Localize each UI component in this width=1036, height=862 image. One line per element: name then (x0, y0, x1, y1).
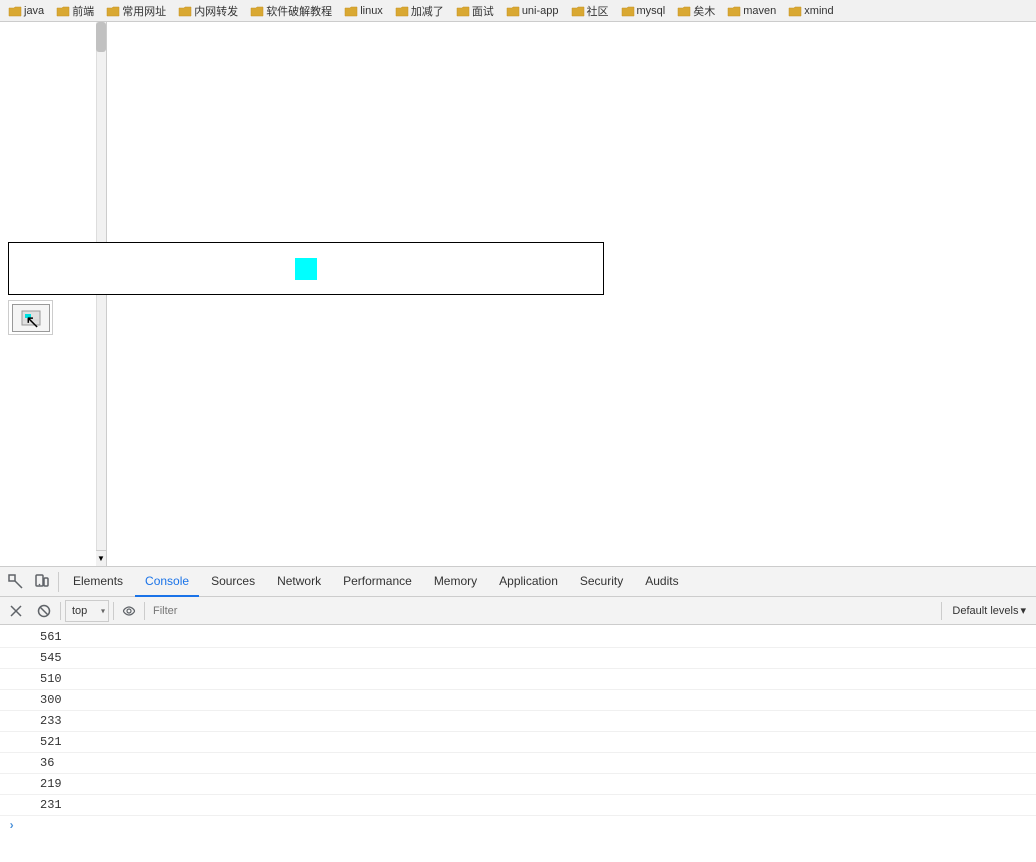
console-prompt-input[interactable] (19, 817, 1028, 835)
secondary-toolbar-separator-3 (144, 602, 145, 620)
tab-memory[interactable]: Memory (424, 567, 487, 597)
clear-console-button[interactable] (4, 599, 28, 623)
console-line-1: 561 (0, 627, 1036, 648)
console-output: 561 545 510 300 233 521 36 219 231 › (0, 625, 1036, 862)
console-line-9: 231 (0, 795, 1036, 816)
eye-button[interactable] (118, 600, 140, 622)
bookmark-item-changyong[interactable]: 常用网址 (102, 2, 170, 20)
bookmark-item-uniapp[interactable]: uni-app (502, 4, 563, 18)
block-icon (37, 604, 51, 618)
devtools-toolbar: Elements Console Sources Network Perform… (0, 567, 1036, 597)
console-prompt[interactable]: › (0, 816, 1036, 836)
tab-elements[interactable]: Elements (63, 567, 133, 597)
bookmark-item-ruanjian[interactable]: 软件破解教程 (246, 2, 336, 20)
clear-icon (9, 604, 23, 618)
context-selector[interactable]: top (65, 600, 109, 622)
console-line-3: 510 (0, 669, 1036, 690)
console-line-4: 300 (0, 690, 1036, 711)
inspect-icon (8, 574, 24, 590)
tab-security[interactable]: Security (570, 567, 633, 597)
devtools-panel: Elements Console Sources Network Perform… (0, 566, 1036, 861)
bookmarks-bar: java 前端 常用网址 内网转发 软件破解教程 linux 加减了 (0, 0, 1036, 22)
bookmark-item-mysql[interactable]: mysql (617, 4, 670, 18)
bookmark-item-jiajian[interactable]: 加减了 (391, 2, 448, 20)
drag-cursor-indicator: ↖ (25, 312, 40, 333)
bookmark-item-maven[interactable]: maven (723, 4, 780, 18)
bookmark-item-xmind[interactable]: xmind (784, 4, 837, 18)
bookmark-item-shequ[interactable]: 社区 (567, 2, 613, 20)
tab-audits[interactable]: Audits (635, 567, 688, 597)
console-line-2: 545 (0, 648, 1036, 669)
console-line-8: 219 (0, 774, 1036, 795)
preserve-log-button[interactable] (32, 599, 56, 623)
bookmark-item-linux[interactable]: linux (340, 4, 387, 18)
bookmark-item-neiwang[interactable]: 内网转发 (174, 2, 242, 20)
console-line-5: 233 (0, 711, 1036, 732)
preview-box (8, 242, 604, 295)
device-toolbar-button[interactable] (30, 570, 54, 594)
context-selector-wrapper[interactable]: top ▾ (65, 600, 109, 622)
inspect-element-button[interactable] (4, 570, 28, 594)
tab-application[interactable]: Application (489, 567, 568, 597)
bookmark-item-java[interactable]: java (4, 4, 48, 18)
tab-performance[interactable]: Performance (333, 567, 422, 597)
secondary-toolbar-separator (60, 602, 61, 620)
device-icon (34, 574, 50, 590)
console-line-7: 36 (0, 753, 1036, 774)
devtools-secondary-toolbar: top ▾ Default levels ▾ (0, 597, 1036, 625)
bookmark-item-yimu[interactable]: 矣木 (673, 2, 719, 20)
default-levels-button[interactable]: Default levels ▾ (946, 602, 1032, 619)
eye-icon (122, 606, 136, 616)
console-filter-input[interactable] (149, 600, 937, 622)
bookmark-item-mianshi[interactable]: 面试 (452, 2, 498, 20)
levels-dropdown-arrow: ▾ (1020, 604, 1026, 617)
toolbar-separator-1 (58, 572, 59, 592)
scrollbar-thumb[interactable] (96, 22, 106, 52)
tab-sources[interactable]: Sources (201, 567, 265, 597)
secondary-toolbar-separator-4 (941, 602, 942, 620)
bookmark-item-qianduan[interactable]: 前端 (52, 2, 98, 20)
console-line-6: 521 (0, 732, 1036, 753)
main-content: ▲ ▼ ↖ (0, 22, 1036, 566)
tab-console[interactable]: Console (135, 567, 199, 597)
secondary-toolbar-separator-2 (113, 602, 114, 620)
cyan-square (295, 258, 317, 280)
scrollbar-down-arrow[interactable]: ▼ (96, 550, 106, 566)
console-prompt-arrow: › (8, 817, 15, 835)
tab-network[interactable]: Network (267, 567, 331, 597)
